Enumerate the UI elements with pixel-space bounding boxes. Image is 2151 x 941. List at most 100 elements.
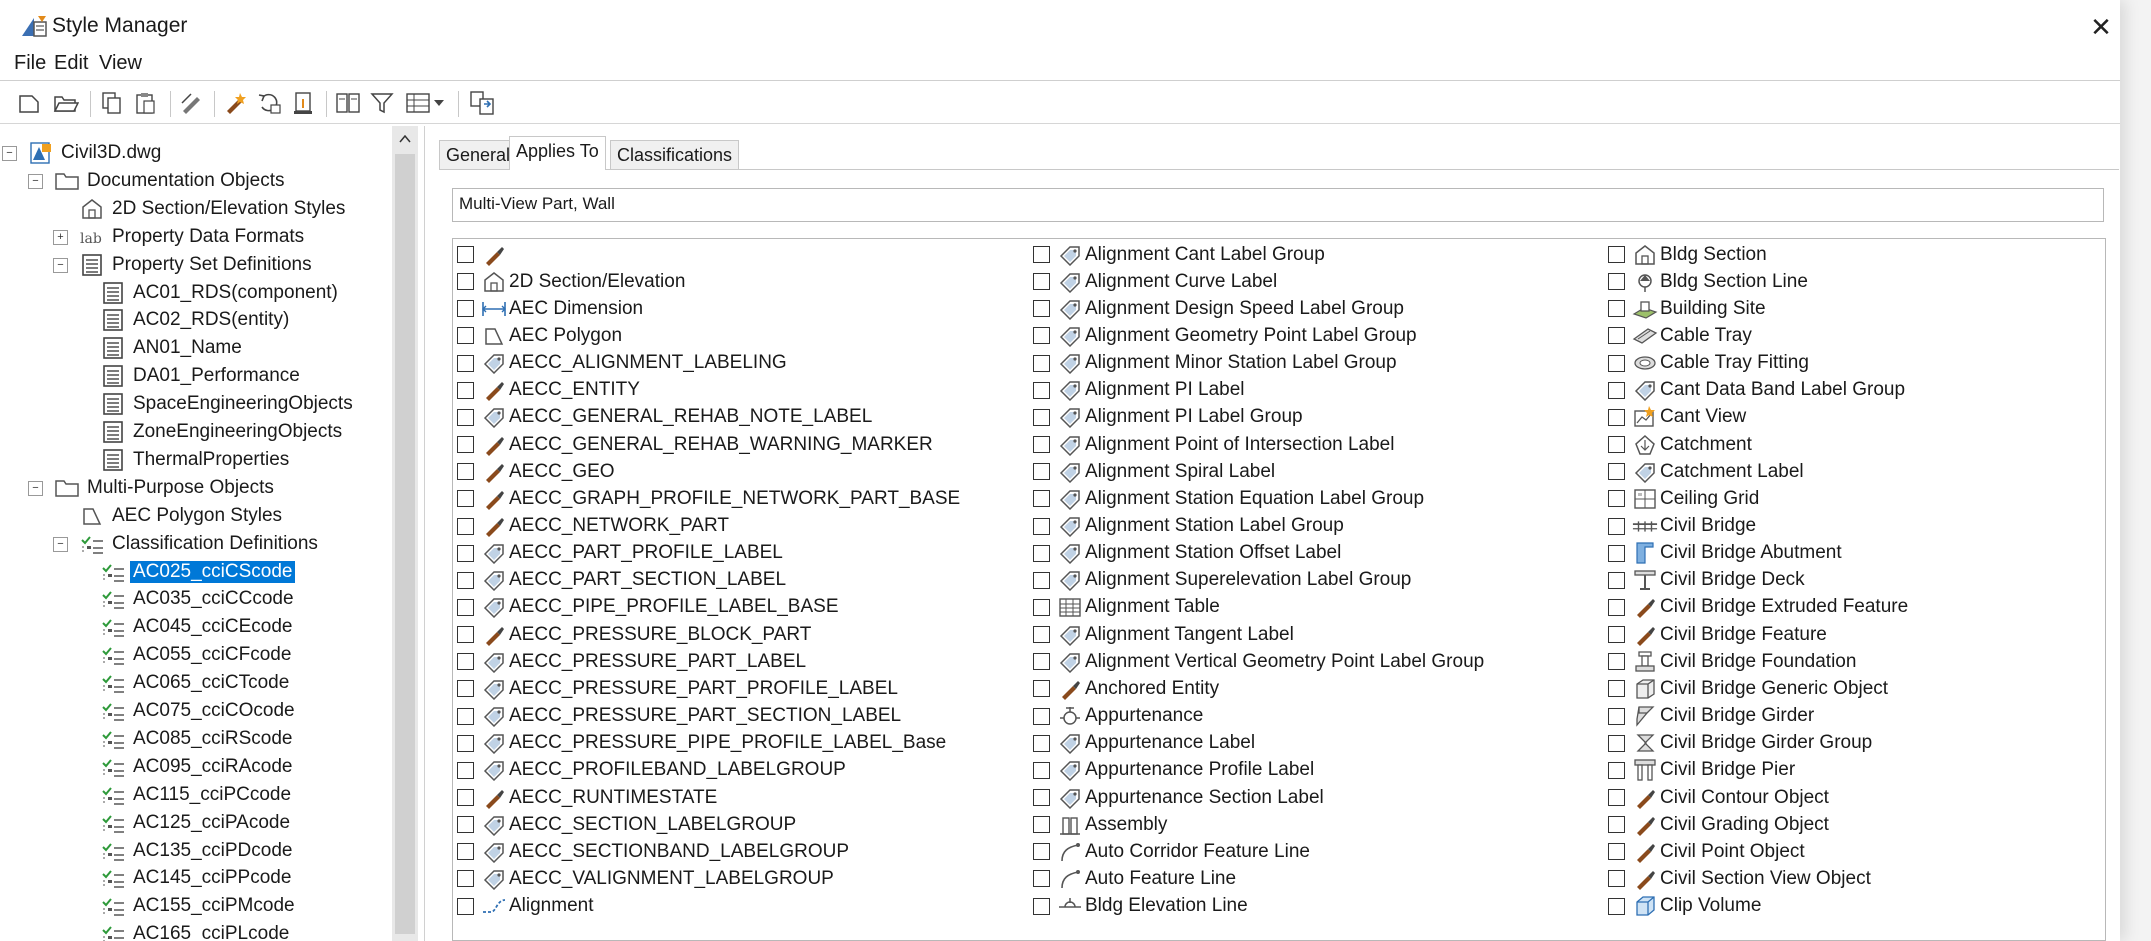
- object-type-checkbox[interactable]: [1033, 490, 1050, 508]
- object-type-checkbox[interactable]: [457, 300, 474, 318]
- object-type-checkbox[interactable]: [1608, 680, 1625, 698]
- object-type-checkbox[interactable]: [1033, 408, 1050, 426]
- object-type-checkbox[interactable]: [457, 408, 474, 426]
- tree-node[interactable]: ZoneEngineeringObjects: [100, 419, 345, 445]
- object-type-item[interactable]: Ceiling Grid: [1608, 485, 1759, 512]
- object-type-checkbox[interactable]: [457, 897, 474, 915]
- applies-to-field[interactable]: Multi-View Part, Wall: [452, 188, 2104, 222]
- object-type-item[interactable]: Civil Contour Object: [1608, 784, 1829, 811]
- tree-node[interactable]: AC02_RDS(entity): [100, 307, 292, 333]
- object-type-item[interactable]: Alignment Vertical Geometry Point Label …: [1033, 648, 1484, 675]
- object-type-checkbox[interactable]: [457, 327, 474, 345]
- tree-node[interactable]: 2D Section/Elevation Styles: [79, 196, 348, 222]
- tree-node[interactable]: AC135_cciPDcode: [100, 838, 295, 864]
- object-type-checkbox[interactable]: [1033, 598, 1050, 616]
- tree-node[interactable]: AC065_cciCTcode: [100, 670, 292, 696]
- tree-node[interactable]: AC025_cciCScode: [100, 559, 296, 585]
- object-type-item[interactable]: AECC_RUNTIMESTATE: [457, 784, 717, 811]
- object-type-checkbox[interactable]: [1608, 734, 1625, 752]
- object-type-checkbox[interactable]: [1033, 436, 1050, 454]
- object-type-item[interactable]: AECC_SECTION_LABELGROUP: [457, 811, 796, 838]
- collapse-icon[interactable]: −: [53, 536, 68, 552]
- object-type-item[interactable]: Bldg Section: [1608, 241, 1767, 268]
- filter-icon[interactable]: [366, 87, 398, 119]
- collapse-icon[interactable]: −: [28, 480, 43, 496]
- object-type-checkbox[interactable]: [457, 381, 474, 399]
- tree-node[interactable]: AEC Polygon Styles: [79, 503, 285, 529]
- object-type-item[interactable]: Alignment Curve Label: [1033, 268, 1277, 295]
- object-type-item[interactable]: Civil Point Object: [1608, 838, 1805, 865]
- object-type-checkbox[interactable]: [1033, 246, 1050, 263]
- object-type-item[interactable]: Cant View: [1608, 404, 1746, 431]
- tab-classifications[interactable]: Classifications: [610, 140, 740, 169]
- object-type-item[interactable]: AEC Polygon: [457, 322, 622, 349]
- object-type-checkbox[interactable]: [1608, 816, 1625, 834]
- object-type-item[interactable]: AECC_PART_SECTION_LABEL: [457, 567, 786, 594]
- object-type-checkbox[interactable]: [1608, 463, 1625, 481]
- synchronize-icon[interactable]: [254, 87, 286, 119]
- object-type-item[interactable]: AECC_GENERAL_REHAB_WARNING_MARKER: [457, 431, 933, 458]
- object-type-checkbox[interactable]: [457, 680, 474, 698]
- tab-general[interactable]: General: [439, 140, 518, 169]
- object-type-item[interactable]: AECC_PROFILEBAND_LABELGROUP: [457, 757, 846, 784]
- tree-node[interactable]: AC165_cciPLcode: [100, 921, 292, 941]
- object-type-item[interactable]: 2D Section/Elevation: [457, 268, 685, 295]
- object-type-checkbox[interactable]: [457, 463, 474, 481]
- object-type-checkbox[interactable]: [1033, 707, 1050, 725]
- object-type-item[interactable]: Bldg Section Line: [1608, 268, 1808, 295]
- object-type-item[interactable]: Alignment Minor Station Label Group: [1033, 350, 1397, 377]
- tree-node[interactable]: AC095_cciRAcode: [100, 754, 295, 780]
- object-type-checkbox[interactable]: [1033, 761, 1050, 779]
- object-type-checkbox[interactable]: [457, 843, 474, 861]
- object-type-checkbox[interactable]: [1033, 571, 1050, 589]
- object-type-checkbox[interactable]: [1033, 327, 1050, 345]
- object-type-item[interactable]: Cant Data Band Label Group: [1608, 377, 1905, 404]
- object-type-item[interactable]: AECC_PRESSURE_BLOCK_PART: [457, 621, 811, 648]
- scroll-up-arrow-icon[interactable]: [392, 128, 418, 150]
- tree-node[interactable]: AC155_cciPMcode: [100, 893, 298, 919]
- object-type-item[interactable]: Civil Bridge Girder: [1608, 703, 1814, 730]
- object-type-checkbox[interactable]: [1608, 626, 1625, 644]
- collapse-icon[interactable]: −: [53, 257, 68, 273]
- object-type-checkbox[interactable]: [1033, 463, 1050, 481]
- object-type-checkbox[interactable]: [457, 789, 474, 806]
- object-type-checkbox[interactable]: [457, 273, 474, 291]
- tree-scroll-thumb[interactable]: [395, 154, 415, 934]
- object-type-checkbox[interactable]: [457, 734, 474, 752]
- object-type-item[interactable]: Alignment Point of Intersection Label: [1033, 431, 1394, 458]
- object-type-checkbox[interactable]: [1608, 707, 1625, 725]
- object-type-checkbox[interactable]: [457, 571, 474, 589]
- paste-icon[interactable]: [130, 87, 162, 119]
- tree-node[interactable]: − Civil3D.dwg: [2, 140, 164, 166]
- object-type-checkbox[interactable]: [1608, 273, 1625, 291]
- menu-view[interactable]: View: [99, 52, 142, 75]
- object-type-item[interactable]: Alignment Geometry Point Label Group: [1033, 322, 1417, 349]
- object-type-item[interactable]: [457, 241, 509, 268]
- tree-node[interactable]: AC055_cciCFcode: [100, 642, 294, 668]
- tree-scrollbar[interactable]: [392, 126, 418, 941]
- tree-node[interactable]: − Classification Definitions: [53, 531, 321, 557]
- object-type-item[interactable]: Bldg Elevation Line: [1033, 893, 1248, 920]
- purge-styles-icon[interactable]: [220, 87, 252, 119]
- object-type-item[interactable]: AECC_GRAPH_PROFILE_NETWORK_PART_BASE: [457, 485, 960, 512]
- object-type-checkbox[interactable]: [1608, 327, 1625, 345]
- object-type-item[interactable]: Alignment Station Equation Label Group: [1033, 485, 1424, 512]
- update-standards-icon[interactable]: [288, 87, 320, 119]
- close-button[interactable]: ✕: [2086, 12, 2116, 42]
- object-type-checkbox[interactable]: [1608, 408, 1625, 426]
- object-type-item[interactable]: AECC_GEO: [457, 458, 615, 485]
- object-type-item[interactable]: AECC_PRESSURE_PART_SECTION_LABEL: [457, 703, 901, 730]
- tree-node[interactable]: AC075_cciCOcode: [100, 698, 298, 724]
- object-type-checkbox[interactable]: [457, 490, 474, 508]
- edit-style-icon[interactable]: [176, 87, 208, 119]
- object-type-item[interactable]: Civil Bridge Generic Object: [1608, 675, 1888, 702]
- object-type-checkbox[interactable]: [1608, 761, 1625, 779]
- object-type-checkbox[interactable]: [1033, 381, 1050, 399]
- object-type-item[interactable]: AECC_PRESSURE_PIPE_PROFILE_LABEL_Base: [457, 730, 946, 757]
- object-type-item[interactable]: Civil Grading Object: [1608, 811, 1829, 838]
- object-type-checkbox[interactable]: [1608, 381, 1625, 399]
- object-type-item[interactable]: Alignment Design Speed Label Group: [1033, 295, 1404, 322]
- object-type-item[interactable]: Alignment Tangent Label: [1033, 621, 1294, 648]
- object-type-item[interactable]: Cable Tray: [1608, 322, 1752, 349]
- tree-node[interactable]: AC085_cciRScode: [100, 726, 295, 752]
